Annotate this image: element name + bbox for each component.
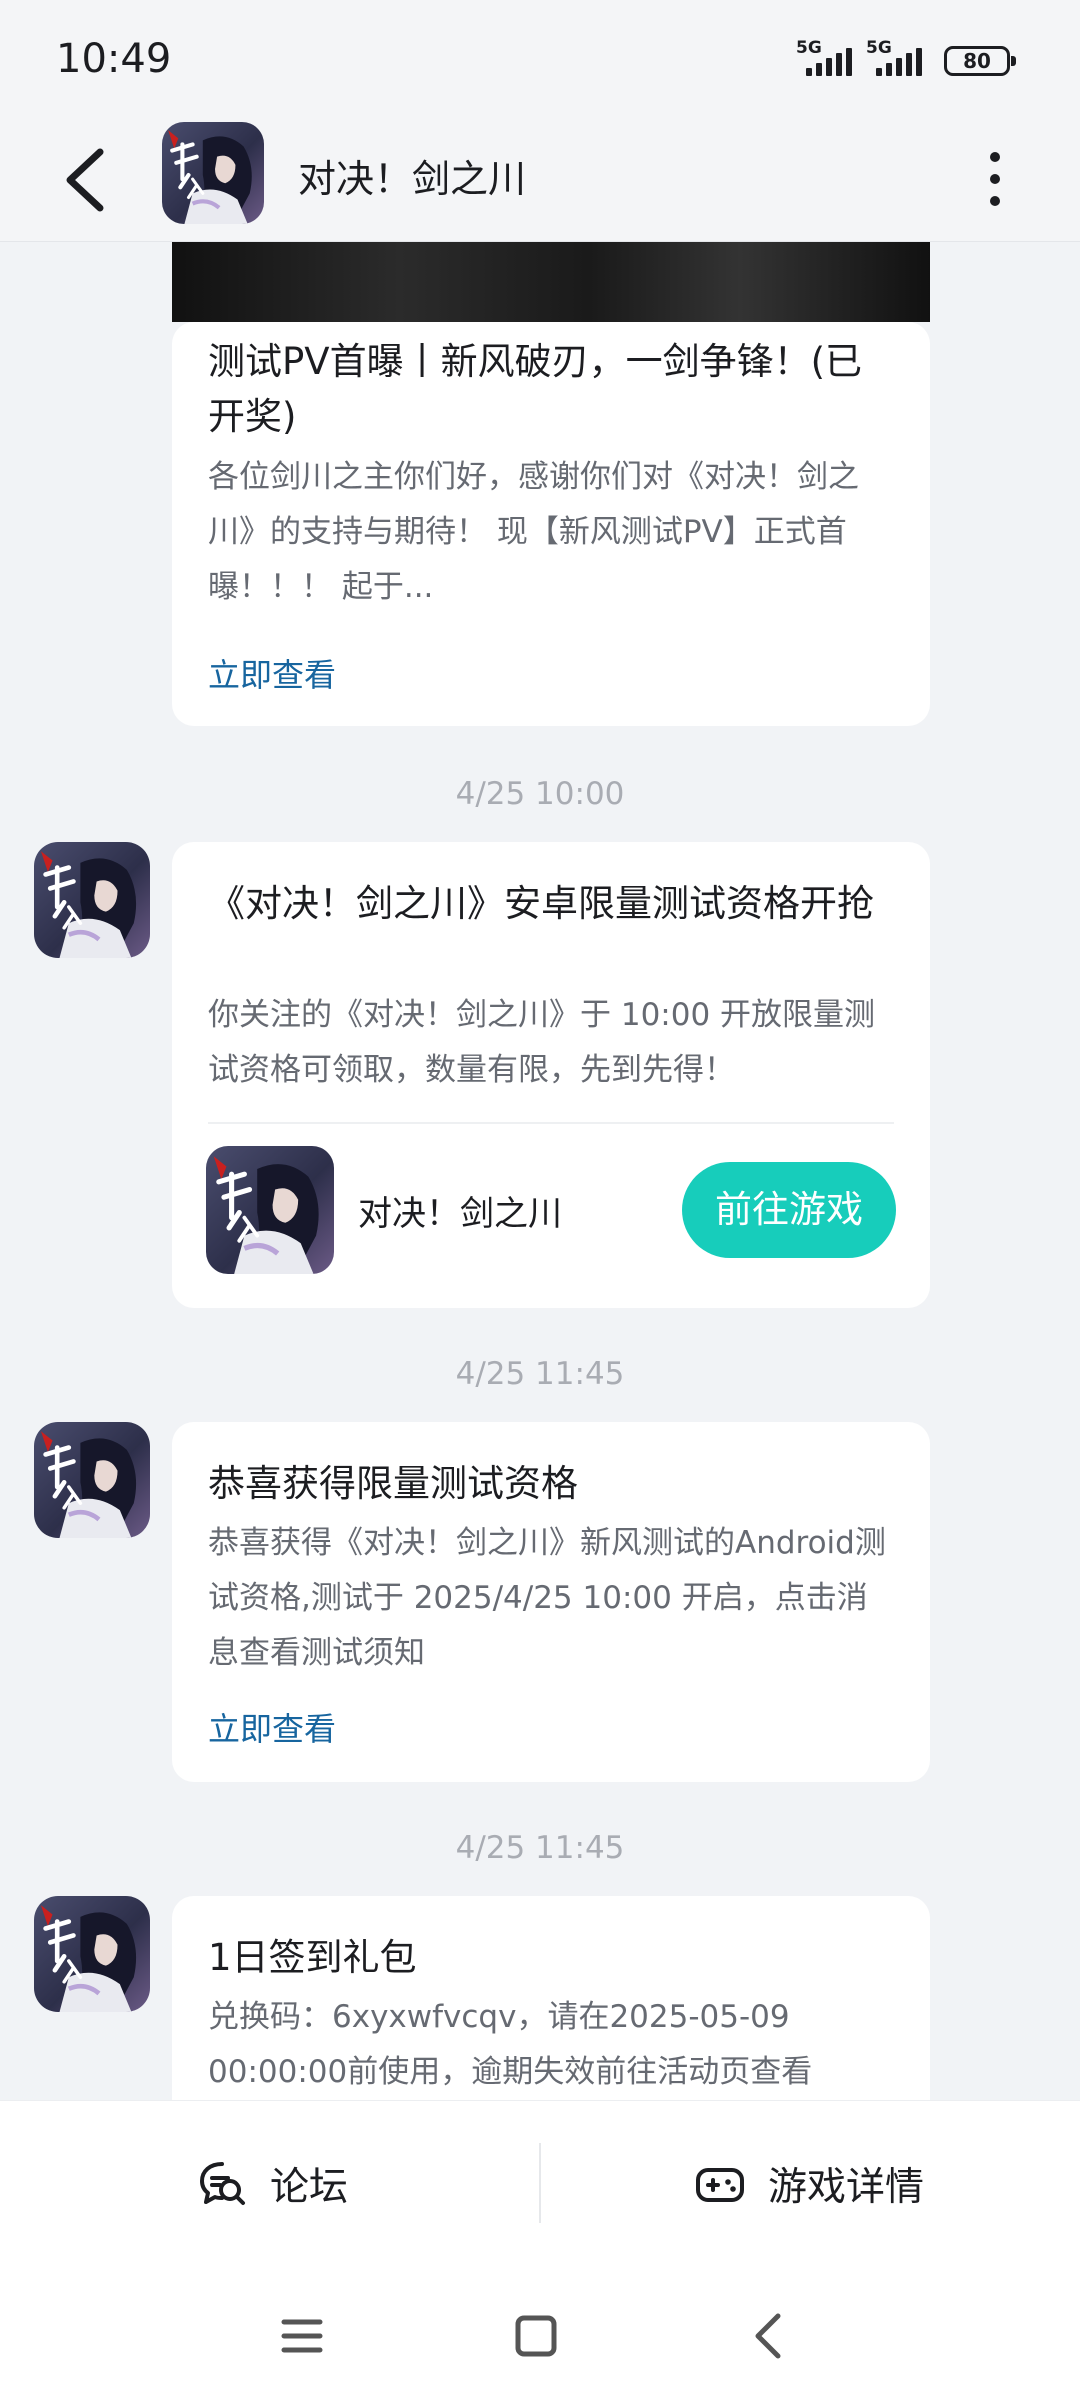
go-to-game-button[interactable]: 前往游戏 — [682, 1162, 896, 1258]
message-card[interactable]: 1日签到礼包 兑换码：6xyxwfvcqv，请在2025-05-09 00:00… — [172, 1896, 930, 2100]
game-logo-icon — [206, 1146, 334, 1274]
forum-label: 论坛 — [270, 2165, 349, 2210]
game-name: 对决！剑之川 — [358, 1194, 562, 1234]
status-time: 10:49 — [56, 36, 172, 82]
message-card[interactable]: 《对决！剑之川》安卓限量测试资格开抢 你关注的《对决！剑之川》于 10:00 开… — [172, 842, 930, 1308]
message-title: 测试PV首曝丨新风破刃，一剑争锋！(已开奖) — [208, 340, 863, 438]
game-logo-icon — [34, 1422, 150, 1538]
message-body: 恭喜获得《对决！剑之川》新风测试的Android测试资格,测试于 2025/4/… — [208, 1525, 886, 1671]
system-navigation-bar — [0, 2266, 1080, 2401]
view-now-link[interactable]: 立即查看 — [208, 650, 336, 696]
message-card[interactable]: 测试PV首曝丨新风破刃，一剑争锋！(已开奖) 各位剑川之主你们好，感谢你们对《对… — [172, 322, 930, 726]
sender-avatar[interactable] — [34, 842, 150, 958]
game-details-button[interactable]: 游戏详情 — [694, 2101, 924, 2267]
game-logo-icon — [34, 842, 150, 958]
message-timestamp: 4/25 10:00 — [455, 776, 625, 812]
forum-button[interactable]: 论坛 — [196, 2101, 348, 2267]
game-logo-icon — [34, 1896, 150, 2012]
message-title: 恭喜获得限量测试资格 — [208, 1462, 578, 1505]
home-button[interactable] — [496, 2296, 576, 2376]
system-back-button[interactable] — [730, 2296, 810, 2376]
divider — [539, 2143, 541, 2223]
message-timestamp: 4/25 11:45 — [455, 1830, 625, 1866]
battery-icon: 80 — [944, 46, 1016, 76]
game-icon[interactable] — [206, 1146, 334, 1274]
message-title: 1日签到礼包 — [208, 1936, 417, 1979]
game-logo-icon — [162, 122, 264, 224]
more-options-button[interactable] — [966, 144, 1022, 214]
message-body: 各位剑川之主你们好，感谢你们对《对决！剑之川》的支持与期待！ 现【新风测试PV】… — [208, 459, 859, 605]
sender-avatar[interactable] — [34, 1896, 150, 2012]
back-arrow-icon — [66, 148, 104, 212]
message-list[interactable]: 测试PV首曝丨新风破刃，一剑争锋！(已开奖) 各位剑川之主你们好，感谢你们对《对… — [0, 242, 1080, 2100]
back-chevron-icon — [755, 2313, 781, 2359]
forum-icon — [200, 2162, 245, 2205]
signal-1-icon: 5G — [796, 40, 858, 76]
chat-header: 对决！剑之川 — [0, 118, 1080, 242]
page-title: 对决！剑之川 — [298, 157, 527, 201]
divider — [208, 1122, 894, 1124]
message-card[interactable]: 恭喜获得限量测试资格 恭喜获得《对决！剑之川》新风测试的Android测试资格,… — [172, 1422, 930, 1782]
bottom-action-bar: 论坛 游戏详情 — [0, 2100, 1080, 2266]
signal-2-icon: 5G — [866, 40, 928, 76]
message-timestamp: 4/25 11:45 — [455, 1356, 625, 1392]
home-square-icon — [515, 2315, 557, 2357]
message-body: 你关注的《对决！剑之川》于 10:00 开放限量测试资格可领取，数量有限，先到先… — [208, 997, 876, 1088]
back-button[interactable] — [50, 140, 130, 220]
more-dot-icon — [990, 152, 1000, 162]
menu-icon — [281, 2319, 323, 2353]
recent-apps-button[interactable] — [262, 2296, 342, 2376]
video-thumbnail[interactable] — [172, 242, 930, 322]
gamepad-icon — [696, 2168, 744, 2202]
view-now-link[interactable]: 立即查看 — [208, 1704, 336, 1750]
message-title: 《对决！剑之川》安卓限量测试资格开抢 — [208, 882, 874, 925]
status-bar: 10:49 5G 5G 80 — [0, 0, 1080, 118]
more-dot-icon — [990, 196, 1000, 206]
message-body: 兑换码：6xyxwfvcqv，请在2025-05-09 00:00:00前使用，… — [208, 1999, 813, 2090]
header-avatar[interactable] — [162, 122, 264, 224]
game-details-label: 游戏详情 — [768, 2165, 925, 2210]
more-dot-icon — [990, 174, 1000, 184]
sender-avatar[interactable] — [34, 1422, 150, 1538]
